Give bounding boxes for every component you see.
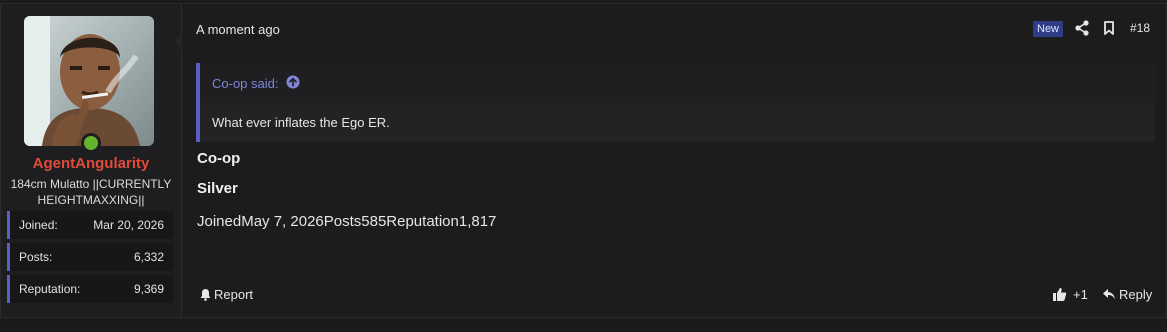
post-number-link[interactable]: #18 bbox=[1130, 21, 1150, 35]
stat-label: Posts: bbox=[19, 250, 53, 264]
reply-button[interactable]: Reply bbox=[1102, 287, 1152, 302]
quote-header: Co-op said: bbox=[200, 63, 1155, 103]
like-count: +1 bbox=[1073, 287, 1088, 302]
stat-posts: Posts: 6,332 bbox=[7, 243, 173, 271]
stat-value: 9,369 bbox=[133, 282, 164, 296]
quote-author-link[interactable]: Co-op said: bbox=[212, 76, 278, 91]
report-label: Report bbox=[214, 287, 254, 302]
stat-value: 6,332 bbox=[133, 250, 164, 264]
signature-info: JoinedMay 7, 2026Posts585Reputation1,817 bbox=[197, 213, 497, 230]
user-title: 184cm Mulatto ||CURRENTLY HEIGHTMAXXING|… bbox=[10, 177, 172, 207]
thumbs-up-icon bbox=[1053, 288, 1067, 301]
stat-label: Joined: bbox=[19, 218, 58, 232]
report-button[interactable]: Report bbox=[199, 287, 253, 302]
new-badge: New bbox=[1033, 21, 1064, 37]
quote-text: What ever inflates the Ego ER. bbox=[212, 115, 390, 130]
share-icon[interactable] bbox=[1072, 18, 1092, 38]
quote-block: Co-op said: What ever inflates the Ego E… bbox=[196, 63, 1155, 142]
signature-rank: Silver bbox=[197, 180, 238, 197]
reply-label: Reply bbox=[1119, 287, 1153, 302]
online-status-indicator bbox=[81, 133, 101, 153]
username-link[interactable]: AgentAngularity bbox=[1, 155, 181, 172]
reply-arrow-icon bbox=[1103, 289, 1115, 300]
stat-value: Mar 20, 2026 bbox=[93, 218, 164, 232]
stat-reputation: Reputation: 9,369 bbox=[7, 275, 173, 303]
like-button[interactable]: +1 bbox=[1052, 287, 1088, 302]
post-timestamp[interactable]: A moment ago bbox=[196, 22, 280, 37]
bookmark-icon[interactable] bbox=[1099, 18, 1119, 38]
bell-icon bbox=[200, 289, 211, 301]
arrow-up-circle-icon[interactable] bbox=[286, 75, 300, 89]
signature-name: Co-op bbox=[197, 150, 241, 167]
post-arrow bbox=[174, 34, 182, 50]
stat-joined: Joined: Mar 20, 2026 bbox=[7, 211, 173, 239]
user-info-panel: AgentAngularity 184cm Mulatto ||CURRENTL… bbox=[1, 4, 182, 317]
avatar[interactable] bbox=[24, 16, 154, 146]
post-container: AgentAngularity 184cm Mulatto ||CURRENTL… bbox=[0, 3, 1167, 318]
stat-label: Reputation: bbox=[19, 282, 81, 296]
